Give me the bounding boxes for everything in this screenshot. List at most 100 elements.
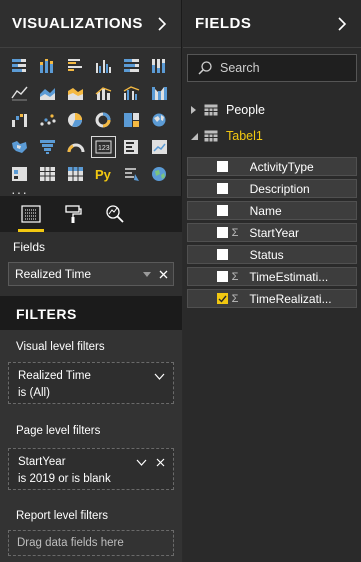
- collapse-fields-chevron-icon[interactable]: [335, 16, 349, 31]
- field-name: ActivityType: [249, 159, 314, 174]
- card-visual-icon[interactable]: 123: [91, 135, 117, 158]
- field-checkbox[interactable]: [217, 183, 228, 194]
- expand-filter-chevron-icon[interactable]: [136, 459, 147, 466]
- field-item-startyear[interactable]: Σ StartYear: [187, 223, 357, 242]
- python-visual-icon[interactable]: Py: [91, 163, 116, 185]
- 100-stacked-column-chart-icon[interactable]: [147, 55, 172, 77]
- stacked-bar-chart-icon[interactable]: [8, 55, 33, 77]
- field-item-activitytype[interactable]: ActivityType: [187, 157, 357, 176]
- table-name-tabel1: Tabel1: [226, 129, 263, 143]
- analytics-tab[interactable]: [94, 196, 136, 232]
- format-tab[interactable]: [52, 196, 94, 232]
- ribbon-chart-icon[interactable]: [147, 82, 172, 104]
- waterfall-chart-icon[interactable]: [8, 109, 33, 131]
- field-checkbox-checked[interactable]: [217, 293, 228, 304]
- slicer-icon[interactable]: [8, 163, 33, 185]
- arcgis-icon[interactable]: [119, 163, 144, 185]
- field-checkbox[interactable]: [217, 227, 228, 238]
- field-checkbox[interactable]: [217, 249, 228, 260]
- sigma-icon: Σ: [231, 292, 239, 305]
- donut-chart-icon[interactable]: [91, 109, 116, 131]
- visual-level-filters-label: Visual level filters: [16, 341, 105, 353]
- page-filter-card[interactable]: StartYear is 2019 or is blank: [8, 448, 174, 490]
- field-item-timeestimation[interactable]: Σ TimeEstimati...: [187, 267, 357, 286]
- visualization-tabs: [0, 196, 182, 232]
- field-name: TimeEstimati...: [249, 269, 329, 284]
- fields-header: FIELDS: [183, 0, 361, 48]
- line-and-clustered-column-chart-icon[interactable]: [119, 82, 144, 104]
- field-name: TimeRealizati...: [249, 291, 332, 306]
- visuals-gallery: 123 Py ···: [0, 48, 181, 203]
- fields-well-label: Fields: [13, 240, 46, 254]
- filled-map-icon[interactable]: [8, 136, 33, 158]
- fields-title: FIELDS: [195, 15, 252, 32]
- dropdown-arrow-icon[interactable]: [143, 271, 151, 277]
- clustered-column-chart-icon[interactable]: [91, 55, 116, 77]
- remove-field-icon[interactable]: [159, 270, 168, 279]
- field-checkbox[interactable]: [217, 271, 228, 282]
- field-item-timerealization[interactable]: Σ TimeRealizati...: [187, 289, 357, 308]
- field-item-description[interactable]: Description: [187, 179, 357, 198]
- fields-search-input[interactable]: [220, 61, 340, 75]
- visual-filter-condition: is (All): [18, 387, 50, 399]
- line-and-stacked-column-chart-icon[interactable]: [91, 82, 116, 104]
- filters-section: Visual level filters Realized Time is (A…: [0, 330, 182, 562]
- fields-search-box[interactable]: [187, 54, 357, 82]
- collapse-visualizations-chevron-icon[interactable]: [155, 16, 169, 31]
- table-icon: [204, 130, 218, 142]
- table-node-tabel1[interactable]: Tabel1: [191, 126, 263, 146]
- 100-stacked-bar-chart-icon[interactable]: [119, 55, 144, 77]
- table-visual-icon[interactable]: [36, 163, 61, 185]
- visualizations-header: VISUALIZATIONS: [0, 0, 181, 48]
- stacked-column-chart-icon[interactable]: [36, 55, 61, 77]
- field-checkbox[interactable]: [217, 205, 228, 216]
- visual-filter-card[interactable]: Realized Time is (All): [8, 362, 174, 404]
- stacked-area-chart-icon[interactable]: [64, 82, 89, 104]
- fields-pane: FIELDS People Tabel1 ActivityType: [183, 0, 361, 562]
- matrix-visual-icon[interactable]: [64, 163, 89, 185]
- checkmark-icon: [218, 295, 227, 303]
- treemap-icon[interactable]: [119, 109, 144, 131]
- report-level-filters-label: Report level filters: [16, 510, 109, 522]
- scatter-chart-icon[interactable]: [36, 109, 61, 131]
- search-icon: [198, 61, 212, 75]
- gauge-icon[interactable]: [64, 136, 89, 158]
- field-checkbox[interactable]: [217, 161, 228, 172]
- fields-well-value-text: Realized Time: [15, 267, 92, 281]
- kpi-icon[interactable]: [147, 136, 172, 158]
- remove-filter-icon[interactable]: [156, 458, 165, 467]
- field-name: Status: [249, 247, 284, 262]
- page-filter-condition: is 2019 or is blank: [18, 473, 111, 485]
- page-level-filters-label: Page level filters: [16, 425, 101, 437]
- multi-row-card-icon[interactable]: [119, 136, 144, 158]
- report-filter-drop-zone[interactable]: Drag data fields here: [8, 530, 174, 556]
- line-chart-icon[interactable]: [8, 82, 33, 104]
- clustered-bar-chart-icon[interactable]: [64, 55, 89, 77]
- table-icon: [204, 104, 218, 116]
- expand-filter-chevron-icon[interactable]: [154, 373, 165, 380]
- field-item-status[interactable]: Status: [187, 245, 357, 264]
- sigma-icon: Σ: [231, 226, 239, 239]
- pie-chart-icon[interactable]: [64, 109, 89, 131]
- table-name-people: People: [226, 103, 265, 117]
- sigma-icon: Σ: [231, 270, 239, 283]
- field-name: Name: [249, 203, 282, 218]
- map-icon[interactable]: [147, 109, 172, 131]
- page-filter-field: StartYear: [18, 456, 66, 468]
- globe-map-icon[interactable]: [147, 163, 172, 185]
- field-name: StartYear: [249, 225, 299, 240]
- svg-text:Py: Py: [95, 167, 112, 182]
- expand-table-arrow-icon[interactable]: [191, 106, 196, 114]
- fields-tab[interactable]: [10, 196, 52, 232]
- field-item-name[interactable]: Name: [187, 201, 357, 220]
- filters-title: FILTERS: [0, 296, 182, 330]
- visualizations-pane: VISUALIZATIONS 123 Py ··· Fields Realize…: [0, 0, 182, 562]
- collapse-table-arrow-icon[interactable]: [191, 132, 198, 140]
- svg-text:123: 123: [98, 145, 110, 152]
- visual-filter-field: Realized Time: [18, 370, 91, 382]
- table-node-people[interactable]: People: [191, 100, 265, 120]
- fields-well-value[interactable]: Realized Time: [8, 262, 174, 286]
- funnel-chart-icon[interactable]: [36, 136, 61, 158]
- area-chart-icon[interactable]: [36, 82, 61, 104]
- field-name: Description: [249, 181, 310, 196]
